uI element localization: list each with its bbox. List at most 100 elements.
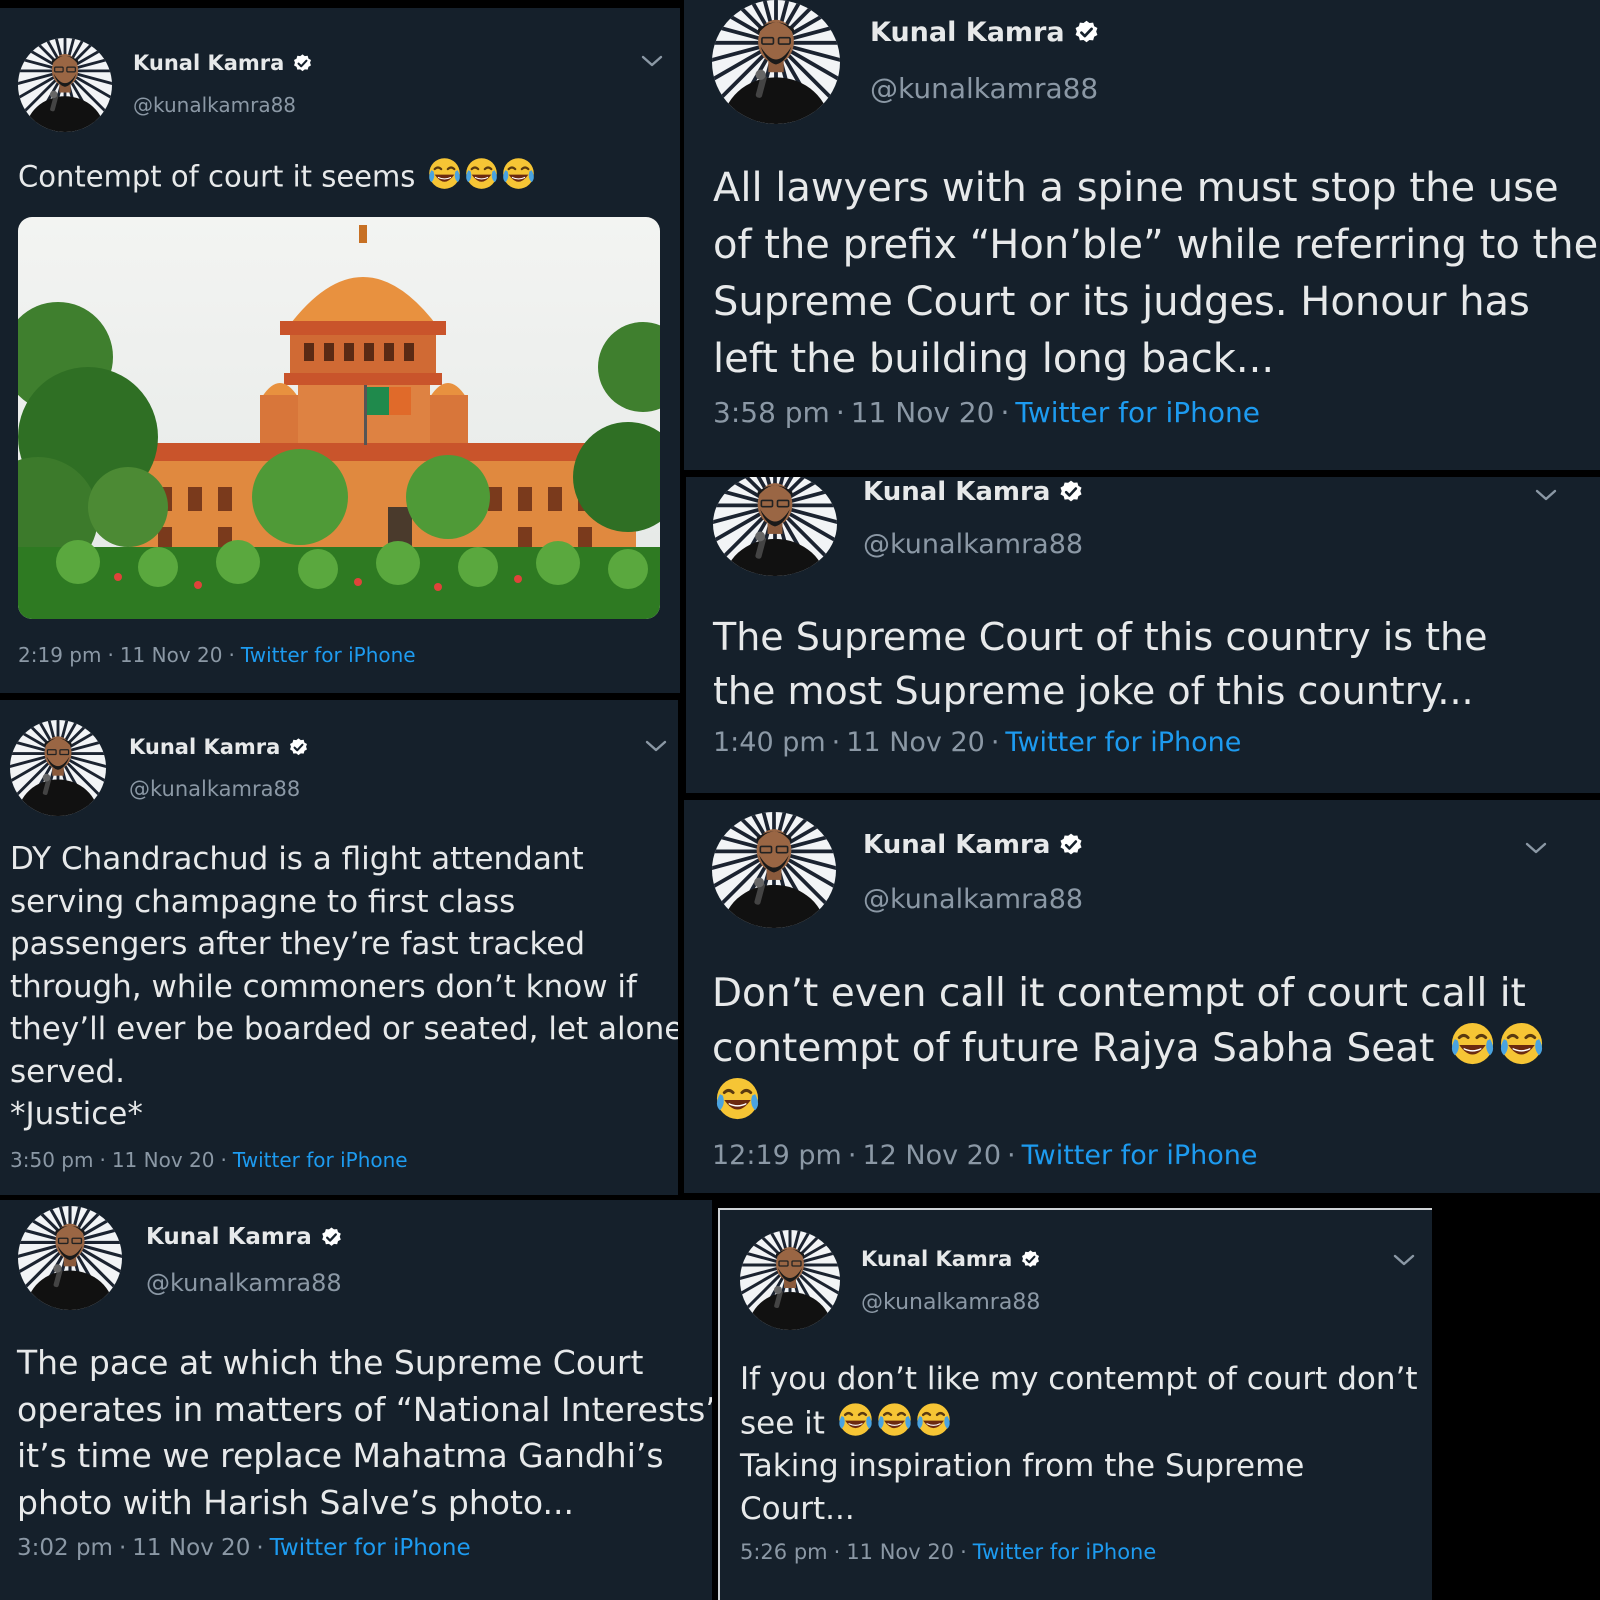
tweet-card[interactable]: Kunal Kamra @kunalkamra88 Contempt of co… [0, 8, 680, 693]
tweet-source-link[interactable]: Twitter for iPhone [1022, 1140, 1258, 1171]
author-name[interactable]: Kunal Kamra [146, 1224, 312, 1250]
tweet-meta: 5:26 pm · 11 Nov 20 · Twitter for iPhone [740, 1540, 1156, 1564]
tweet-meta: 3:02 pm · 11 Nov 20 · Twitter for iPhone [17, 1535, 471, 1561]
background-strip [1436, 1208, 1600, 1600]
tweet-text-line: All lawyers with a spine must stop the u… [713, 165, 1559, 211]
verified-badge-icon [292, 53, 313, 74]
author-handle[interactable]: @kunalkamra88 [870, 72, 1098, 105]
tweet-text-line: Don’t even call it contempt of court cal… [712, 971, 1526, 1016]
tweet-text: DY Chandrachud is a flight attendant ser… [10, 838, 678, 1136]
tweet-source-link[interactable]: Twitter for iPhone [241, 643, 416, 667]
author-name-row: Kunal Kamra [870, 17, 1100, 48]
author-handle[interactable]: @kunalkamra88 [863, 529, 1083, 560]
tweet-date[interactable]: 11 Nov 20 [120, 643, 223, 667]
avatar[interactable] [712, 812, 836, 928]
tweet-time[interactable]: 5:26 pm [740, 1540, 828, 1564]
tweet-text-line: Supreme Court or its judges. Honour has [713, 279, 1530, 325]
tweet-date[interactable]: 11 Nov 20 [851, 396, 995, 429]
tweet-date[interactable]: 11 Nov 20 [132, 1535, 250, 1561]
tweet-photo-supreme-court[interactable] [18, 217, 660, 619]
avatar[interactable] [712, 0, 840, 124]
author-handle[interactable]: @kunalkamra88 [129, 777, 300, 801]
author-name[interactable]: Kunal Kamra [863, 830, 1050, 860]
tweet-text-line: through, while commoners don’t know if [10, 968, 637, 1005]
tweet-card[interactable]: Kunal Kamra @kunalkamra88 Don’t even cal… [684, 800, 1600, 1193]
author-handle[interactable]: @kunalkamra88 [146, 1269, 342, 1297]
tweet-text-line: the most Supreme joke of this country... [713, 669, 1474, 713]
tweet-date[interactable]: 11 Nov 20 [846, 1540, 954, 1564]
face-with-tears-of-joy-emoji [915, 1401, 952, 1438]
tweet-time[interactable]: 1:40 pm [713, 727, 826, 758]
avatar[interactable] [18, 38, 112, 132]
tweet-time[interactable]: 3:02 pm [17, 1535, 113, 1561]
avatar[interactable] [713, 477, 837, 576]
verified-badge-icon [288, 737, 309, 758]
meta-separator: · [118, 1535, 127, 1561]
tweet-source-link[interactable]: Twitter for iPhone [270, 1535, 471, 1561]
author-name[interactable]: Kunal Kamra [133, 51, 284, 75]
tweet-card[interactable]: Kunal Kamra @kunalkamra88 The pace at wh… [0, 1200, 712, 1600]
verified-badge-icon [320, 1226, 343, 1249]
verified-badge-icon [1020, 1249, 1041, 1270]
tweet-text-line: of the prefix “Hon’ble” while referring … [713, 222, 1599, 268]
face-with-tears-of-joy-emoji [714, 1075, 761, 1122]
face-with-tears-of-joy-emoji [501, 156, 536, 191]
tweet-time[interactable]: 2:19 pm [18, 643, 101, 667]
tweet-text-line: Court... [740, 1491, 855, 1528]
author-handle[interactable]: @kunalkamra88 [861, 1290, 1040, 1315]
author-handle[interactable]: @kunalkamra88 [863, 884, 1083, 915]
tweet-time[interactable]: 3:58 pm [713, 396, 830, 429]
tweet-source-link[interactable]: Twitter for iPhone [1015, 396, 1260, 429]
meta-separator: · [990, 727, 1000, 758]
tweet-card[interactable]: Kunal Kamra @kunalkamra88 The Supreme Co… [686, 477, 1600, 793]
tweet-text-line: contempt of future Rajya Sabha Seat [712, 1026, 1435, 1072]
tweet-date[interactable]: 12 Nov 20 [862, 1140, 1001, 1171]
avatar[interactable] [10, 720, 106, 816]
author-name-row: Kunal Kamra [129, 735, 309, 759]
tweet-card[interactable]: Kunal Kamra @kunalkamra88 If you don’t l… [718, 1208, 1432, 1600]
tweet-meta: 1:40 pm · 11 Nov 20 · Twitter for iPhone [713, 727, 1241, 758]
tweet-text-line: DY Chandrachud is a flight attendant [10, 841, 584, 877]
author-name[interactable]: Kunal Kamra [870, 17, 1065, 48]
tweet-source-link[interactable]: Twitter for iPhone [233, 1148, 408, 1172]
chevron-down-icon[interactable] [1534, 487, 1558, 503]
chevron-down-icon[interactable] [644, 738, 668, 754]
tweet-text-line: *Justice* [10, 1096, 143, 1132]
chevron-down-icon[interactable] [1392, 1252, 1416, 1268]
author-name-row: Kunal Kamra [133, 51, 313, 75]
author-name-row: Kunal Kamra [146, 1224, 343, 1250]
author-handle[interactable]: @kunalkamra88 [133, 93, 296, 117]
verified-badge-icon [1058, 832, 1084, 858]
tweet-date[interactable]: 11 Nov 20 [112, 1148, 215, 1172]
face-with-tears-of-joy-emoji [837, 1401, 874, 1438]
tweet-source-link[interactable]: Twitter for iPhone [973, 1540, 1157, 1564]
tweet-source-link[interactable]: Twitter for iPhone [1005, 727, 1241, 758]
tweet-card[interactable]: Kunal Kamra @kunalkamra88 DY Chandrachud… [0, 700, 678, 1195]
tweet-text: Contempt of court it seems [18, 156, 536, 196]
tweet-text-line: it’s time we replace Mahatma Gandhi’s [17, 1436, 664, 1475]
author-name[interactable]: Kunal Kamra [129, 735, 280, 759]
author-name[interactable]: Kunal Kamra [861, 1247, 1012, 1271]
face-with-tears-of-joy-emoji [464, 156, 499, 191]
meta-separator: · [107, 643, 114, 667]
tweet-text-line: If you don’t like my contempt of court d… [740, 1361, 1418, 1397]
tweet-card[interactable]: Kunal Kamra @kunalkamra88 All lawyers wi… [684, 0, 1600, 470]
author-name[interactable]: Kunal Kamra [863, 477, 1050, 507]
author-name-row: Kunal Kamra [863, 830, 1084, 860]
chevron-down-icon[interactable] [640, 53, 664, 69]
tweet-text: The pace at which the Supreme Court oper… [17, 1340, 712, 1526]
chevron-down-icon[interactable] [1524, 840, 1548, 856]
tweet-text: The Supreme Court of this country is the… [713, 610, 1488, 718]
avatar[interactable] [740, 1230, 840, 1330]
tweet-date[interactable]: 11 Nov 20 [846, 727, 985, 758]
tweet-text-line: they’ll ever be boarded or seated, let a… [10, 1011, 678, 1047]
tweet-text-line: photo with Harish Salve’s photo... [17, 1482, 574, 1522]
avatar[interactable] [18, 1206, 122, 1310]
tweet-meta: 12:19 pm · 12 Nov 20 · Twitter for iPhone [712, 1140, 1258, 1171]
verified-badge-icon [1073, 19, 1100, 46]
tweet-time[interactable]: 12:19 pm [712, 1140, 842, 1171]
author-name-row: Kunal Kamra [861, 1247, 1041, 1271]
meta-separator: · [831, 727, 841, 758]
tweet-time[interactable]: 3:50 pm [10, 1148, 93, 1172]
tweet-text-line: served. [10, 1053, 125, 1090]
